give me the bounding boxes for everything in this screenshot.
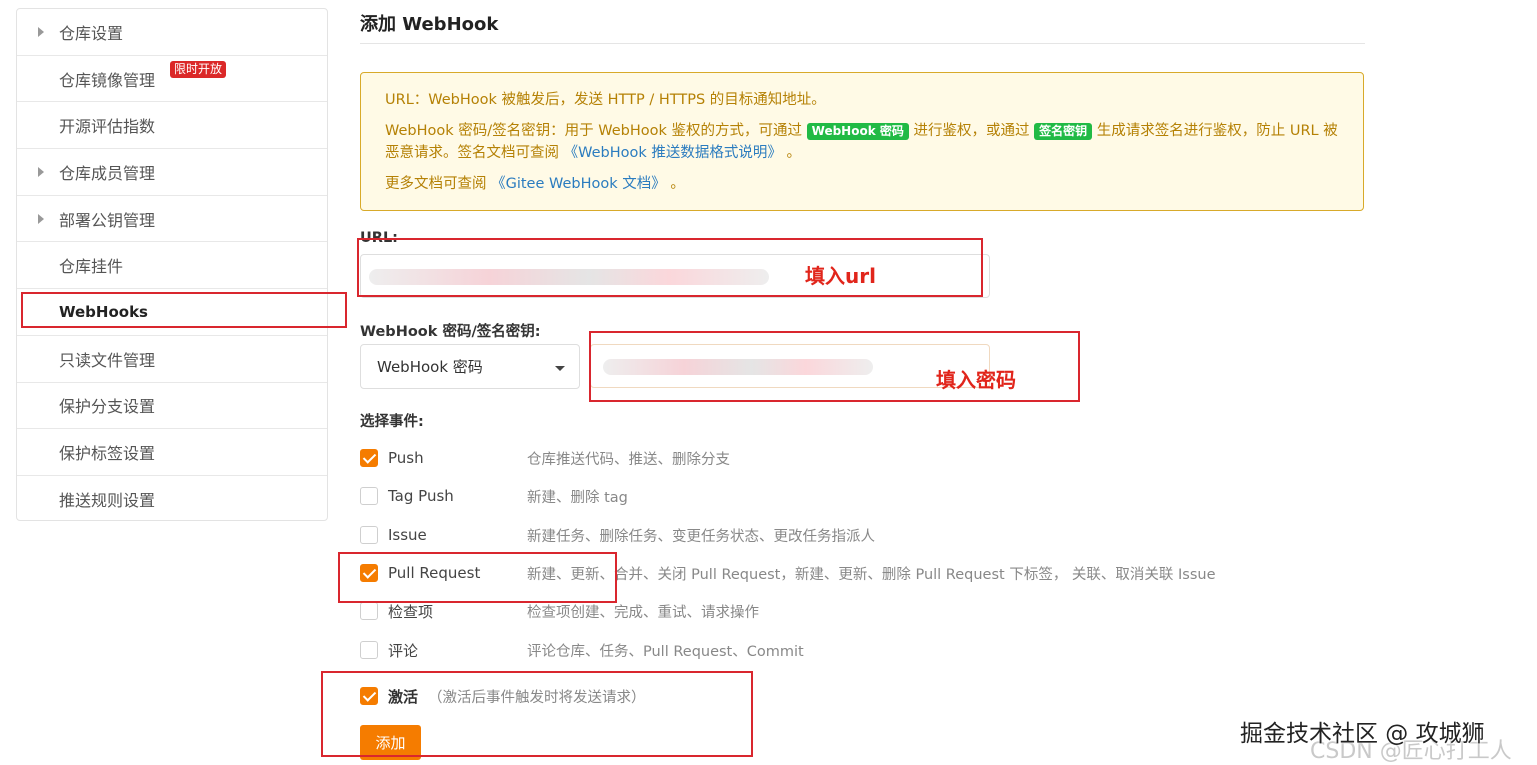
annotation-box-pull-request xyxy=(338,552,617,603)
event-row-issue[interactable]: Issue 新建任务、删除任务、变更任务状态、更改任务指派人 xyxy=(360,523,1360,547)
event-row-tag-push[interactable]: Tag Push 新建、删除 tag xyxy=(360,484,1360,508)
push-format-doc-link[interactable]: 《WebHook 推送数据格式说明》 xyxy=(564,145,782,161)
tag-push-checkbox[interactable] xyxy=(360,487,378,505)
comment-checkbox[interactable] xyxy=(360,641,378,659)
sidebar-item-label: 仓库成员管理 xyxy=(59,163,156,183)
caret-right-icon xyxy=(38,26,44,37)
event-row-comment[interactable]: 评论 评论仓库、任务、Pull Request、Commit xyxy=(360,638,1360,662)
event-desc: 仓库推送代码、推送、删除分支 xyxy=(527,451,730,468)
webhook-password-tag: WebHook 密码 xyxy=(806,123,909,140)
settings-sidebar: 仓库设置 仓库镜像管理 限时开放 开源评估指数 仓库成员管理 部署公钥管理 仓库… xyxy=(16,8,328,521)
event-name: Tag Push xyxy=(388,487,454,505)
event-row-push[interactable]: Push 仓库推送代码、推送、删除分支 xyxy=(360,446,1360,470)
notice-docs-line: 更多文档可查阅 《Gitee WebHook 文档》 。 xyxy=(385,176,685,192)
sidebar-item-label: 部署公钥管理 xyxy=(59,210,156,230)
sidebar-item-widgets[interactable]: 仓库挂件 xyxy=(17,242,327,290)
sidebar-item-protected-branches[interactable]: 保护分支设置 xyxy=(17,383,327,430)
sidebar-item-protected-tags[interactable]: 保护标签设置 xyxy=(17,429,327,476)
event-desc: 检查项创建、完成、重试、请求操作 xyxy=(527,604,759,621)
annotation-box-url xyxy=(357,238,983,297)
sidebar-item-repo-settings[interactable]: 仓库设置 xyxy=(17,9,327,56)
sidebar-item-label: 仓库镜像管理 xyxy=(59,70,156,90)
secret-label: WebHook 密码/签名密钥: xyxy=(360,324,541,340)
event-name: Issue xyxy=(388,526,427,544)
event-desc: 新建任务、删除任务、变更任务状态、更改任务指派人 xyxy=(527,528,875,545)
event-desc: 评论仓库、任务、Pull Request、Commit xyxy=(527,643,804,660)
sidebar-item-label: 仓库设置 xyxy=(59,23,124,43)
secret-type-value: WebHook 密码 xyxy=(377,358,483,376)
secret-type-select[interactable]: WebHook 密码 xyxy=(360,344,580,389)
sidebar-item-oss-index[interactable]: 开源评估指数 xyxy=(17,102,327,150)
events-label: 选择事件: xyxy=(360,414,424,430)
signature-key-tag: 签名密钥 xyxy=(1034,123,1093,140)
watermark-juejin: 掘金技术社区 @ 攻城狮 xyxy=(1240,721,1485,747)
sidebar-item-label: 仓库挂件 xyxy=(59,257,124,277)
annotation-box-activate xyxy=(321,671,753,757)
sidebar-item-deploy-keys[interactable]: 部署公钥管理 xyxy=(17,196,327,243)
sidebar-item-label: 只读文件管理 xyxy=(59,350,156,370)
info-notice: URL：WebHook 被触发后，发送 HTTP / HTTPS 的目标通知地址… xyxy=(360,72,1364,211)
event-name: 检查项 xyxy=(388,602,434,621)
page: 仓库设置 仓库镜像管理 限时开放 开源评估指数 仓库成员管理 部署公钥管理 仓库… xyxy=(0,0,1537,765)
sidebar-item-repo-mirror[interactable]: 仓库镜像管理 限时开放 xyxy=(17,56,327,103)
sidebar-item-push-rules[interactable]: 推送规则设置 xyxy=(17,476,327,523)
annotation-fill-url: 填入url xyxy=(805,264,876,288)
push-checkbox[interactable] xyxy=(360,449,378,467)
annotation-fill-password: 填入密码 xyxy=(936,368,1016,392)
notice-url-line: URL：WebHook 被触发后，发送 HTTP / HTTPS 的目标通知地址… xyxy=(385,92,826,108)
sidebar-item-label: 保护标签设置 xyxy=(59,444,156,464)
annotation-box-webhooks xyxy=(21,292,347,328)
sidebar-item-readonly-files[interactable]: 只读文件管理 xyxy=(17,336,327,383)
event-desc: 新建、更新、合并、关闭 Pull Request，新建、更新、删除 Pull R… xyxy=(527,566,1216,583)
page-title: 添加 WebHook xyxy=(360,14,499,35)
event-desc: 新建、删除 tag xyxy=(527,489,628,506)
notice-secret-line: WebHook 密码/签名密钥：用于 WebHook 鉴权的方式，可通过 Web… xyxy=(385,123,1338,161)
issue-checkbox[interactable] xyxy=(360,526,378,544)
chevron-down-icon xyxy=(555,366,565,371)
sidebar-item-members[interactable]: 仓库成员管理 xyxy=(17,149,327,196)
event-name: Push xyxy=(388,449,424,467)
event-name: 评论 xyxy=(388,641,419,660)
check-item-checkbox[interactable] xyxy=(360,602,378,620)
caret-right-icon xyxy=(38,213,44,224)
caret-right-icon xyxy=(38,166,44,177)
gitee-webhook-doc-link[interactable]: 《Gitee WebHook 文档》 xyxy=(491,176,666,192)
sidebar-item-label: 开源评估指数 xyxy=(59,117,156,137)
limited-open-badge: 限时开放 xyxy=(170,60,227,78)
sidebar-item-label: 保护分支设置 xyxy=(59,397,156,417)
title-divider xyxy=(360,43,1365,44)
sidebar-item-label: 推送规则设置 xyxy=(59,491,156,511)
